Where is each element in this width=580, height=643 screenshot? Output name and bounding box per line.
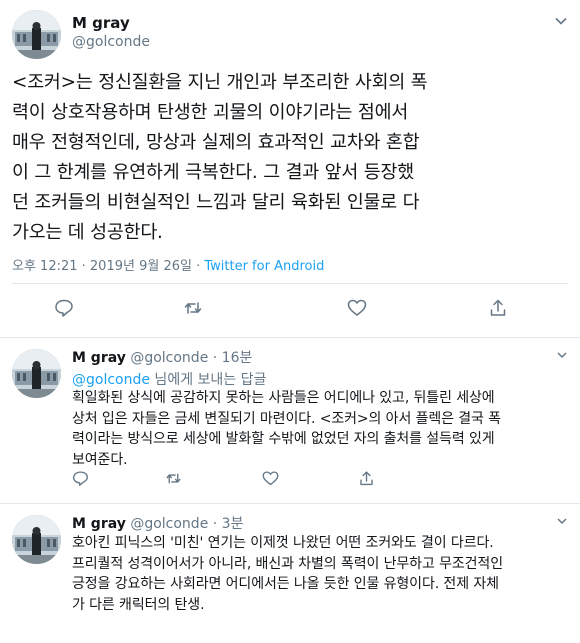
reply-text-line: 호아킨 피닉스의 '미친' 연기는 이제껏 나왔던 어떤 조커와도 결이 다르다… <box>72 535 494 551</box>
reply-header: M gray @golconde · 16분 <box>72 347 252 367</box>
tweet-text-line: 던 조커들의 비현실적인 느낌과 달리 육화된 인물로 다 <box>12 192 420 213</box>
divider <box>12 283 568 284</box>
author-handle[interactable]: @golconde <box>72 34 150 50</box>
chevron-down-icon[interactable] <box>556 515 568 527</box>
retweet-icon[interactable] <box>165 470 182 487</box>
reply-text-line: 보여준다. <box>72 451 128 468</box>
source-link[interactable]: Twitter for Android <box>204 259 324 274</box>
mention-link[interactable]: @golconde <box>72 372 150 388</box>
reply-text: 호아킨 피닉스의 '미친' 연기는 이제껏 나왔던 어떤 조커와도 결이 다르다… <box>72 533 572 615</box>
avatar[interactable] <box>12 10 61 59</box>
reply-text-line: 획일화된 상식에 공감하지 못하는 사람들은 어디에나 있고, 뒤틀린 세상에 <box>72 390 495 406</box>
author-handle[interactable]: @golconde <box>130 516 208 532</box>
tweet-meta: 오후 12:21 · 2019년 9월 26일 · Twitter for An… <box>12 255 324 274</box>
reply-time[interactable]: · 3분 <box>213 516 244 532</box>
reply-time[interactable]: · 16분 <box>213 350 253 366</box>
author-name[interactable]: M gray <box>72 14 130 32</box>
like-icon[interactable] <box>262 470 279 487</box>
tweet-text-line: <조커>는 정신질환을 지닌 개인과 부조리한 사회의 폭 <box>12 72 428 93</box>
reply-tweet[interactable]: M gray @golconde · 16분 @golconde 님에게 보내는… <box>0 339 580 504</box>
avatar[interactable] <box>12 515 61 564</box>
replying-to-label: 님에게 보내는 답글 <box>149 372 267 388</box>
reply-text-line: 상처 입은 자들은 금세 변질되기 마련이다. <조커>의 아서 플렉은 결국 … <box>72 410 501 427</box>
timestamp[interactable]: 오후 12:21 · 2019년 9월 26일 · <box>12 259 204 274</box>
reply-text: 획일화된 상식에 공감하지 못하는 사람들은 어디에나 있고, 뒤틀린 세상에 … <box>72 388 572 470</box>
reply-icon[interactable] <box>72 470 89 487</box>
tweet-text-line: 이 그 한계를 유연하게 극복한다. 그 결과 앞서 등장했 <box>12 162 414 183</box>
share-icon[interactable] <box>488 298 508 318</box>
reply-text-line: 프리퀄적 성격이어서가 아니라, 배신과 차별의 폭력이 난무하고 무조건적인 <box>72 555 503 572</box>
chevron-down-icon[interactable] <box>554 14 568 28</box>
avatar[interactable] <box>12 349 61 398</box>
tweet-text-line: 가오는 데 성공한다. <box>12 222 163 243</box>
author-handle[interactable]: @golconde <box>130 350 208 366</box>
reply-text-line: 력이라는 방식으로 세상에 발화할 수밖에 없었던 자의 출처를 설득력 있게 <box>72 431 495 447</box>
tweet-text: <조커>는 정신질환을 지닌 개인과 부조리한 사회의 폭 력이 상호작용하며 … <box>12 68 572 248</box>
reply-tweet[interactable]: M gray @golconde · 3분 호아킨 피닉스의 '미친' 연기는 … <box>0 505 580 643</box>
replying-to: @golconde 님에게 보내는 답글 <box>72 369 266 389</box>
main-tweet: M gray @golconde <조커>는 정신질환을 지닌 개인과 부조리한… <box>0 0 580 338</box>
tweet-text-line: 력이 상호작용하며 탄생한 괴물의 이야기라는 점에서 <box>12 102 409 123</box>
author-name[interactable]: M gray <box>72 516 126 532</box>
reply-header: M gray @golconde · 3분 <box>72 513 243 533</box>
chevron-down-icon[interactable] <box>556 349 568 361</box>
reply-text-line: 가 다른 캐릭터의 탄생. <box>72 596 205 613</box>
share-icon[interactable] <box>358 470 375 487</box>
reply-icon[interactable] <box>54 298 74 318</box>
retweet-icon[interactable] <box>183 298 203 318</box>
like-icon[interactable] <box>347 298 367 318</box>
author-name[interactable]: M gray <box>72 350 126 366</box>
tweet-text-line: 매우 전형적인데, 망상과 실제의 효과적인 교차와 혼합 <box>12 132 420 153</box>
reply-text-line: 긍정을 강요하는 사회라면 어디에서든 나올 듯한 인물 유형이다. 전제 자체 <box>72 576 499 592</box>
